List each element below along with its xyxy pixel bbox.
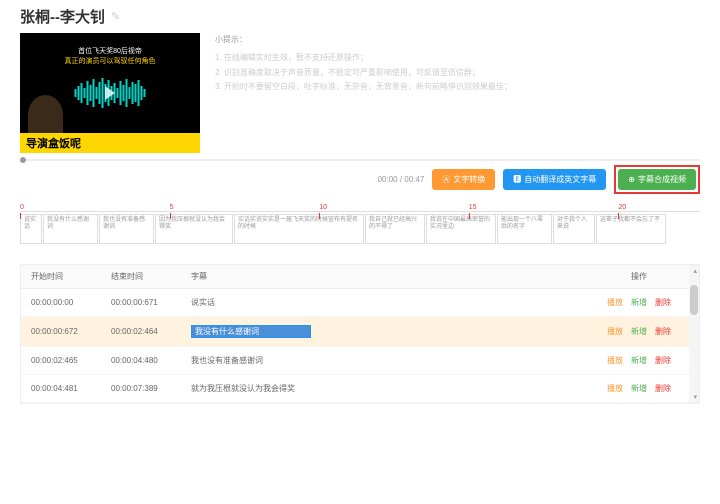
scroll-thumb[interactable]: [690, 285, 698, 315]
add-action[interactable]: 新增: [631, 298, 647, 307]
add-action[interactable]: 新增: [631, 327, 647, 336]
tip-line: 3. 开始时不要留空白段，吐字标准，无杂音，无背景音，新句前略停识别效果最佳；: [215, 80, 700, 94]
col-subtitle: 字幕: [191, 271, 589, 282]
add-action[interactable]: 新增: [631, 356, 647, 365]
play-action[interactable]: 播放: [607, 384, 623, 393]
delete-action[interactable]: 删除: [655, 327, 671, 336]
page-title: 张桐--李大钊: [20, 6, 105, 27]
highlight-box: ⊕字幕合成视频: [614, 165, 700, 194]
tick: 5: [170, 204, 174, 211]
tips-header: 小提示：: [215, 33, 700, 47]
translate-button[interactable]: 🅴自动翻译成英文字幕: [503, 169, 606, 190]
delete-action[interactable]: 删除: [655, 356, 671, 365]
scroll-down-icon[interactable]: ▾: [693, 393, 697, 401]
segment[interactable]: 这辈子我都不会忘了不: [596, 214, 666, 244]
cell-start: 00:00:00:672: [31, 327, 111, 336]
cell-end: 00:00:02:464: [111, 327, 191, 336]
segment[interactable]: 实话实说实实是一届飞天奖的时候宣布有提名的时候: [234, 214, 364, 244]
segment[interactable]: 能出现一个八零后的名字: [497, 214, 552, 244]
table-row[interactable]: 00:00:04:481 00:00:07:389 就为我压根就没认为我会得奖 …: [21, 375, 699, 403]
progress-bar[interactable]: [20, 159, 700, 161]
table-row[interactable]: 00:00:00:672 00:00:02:464 播放新增删除: [21, 317, 699, 347]
cell-end: 00:00:00:671: [111, 298, 191, 307]
play-action[interactable]: 播放: [607, 298, 623, 307]
play-action[interactable]: 播放: [607, 327, 623, 336]
cell-start: 00:00:00:00: [31, 298, 111, 307]
text-icon: Ⓐ: [442, 174, 450, 185]
table-row[interactable]: 00:00:02:465 00:00:04:480 我也没有准备感谢词 播放新增…: [21, 347, 699, 375]
add-action[interactable]: 新增: [631, 384, 647, 393]
segment-track[interactable]: 说实话 我没有什么感谢词 我也没有准备感谢词 因为我压根就没认为我会得奖 实话实…: [20, 214, 700, 244]
cell-end: 00:00:07:389: [111, 384, 191, 393]
video-overlay-text2: 真正的演员可以驾驭任何角色: [28, 57, 192, 67]
segment[interactable]: 我没有什么感谢词: [43, 214, 98, 244]
delete-action[interactable]: 删除: [655, 298, 671, 307]
table-row[interactable]: 00:00:00:00 00:00:00:671 说实话 播放新增删除: [21, 289, 699, 317]
timeline-ruler[interactable]: 0 5 10 15 20: [20, 202, 700, 212]
compose-button[interactable]: ⊕字幕合成视频: [618, 169, 696, 190]
tick: 20: [618, 204, 626, 211]
cell-end: 00:00:04:480: [111, 356, 191, 365]
segment[interactable]: 我也没有准备感谢词: [99, 214, 154, 244]
segment[interactable]: 因为我压根就没认为我会得奖: [155, 214, 233, 244]
tip-line: 1. 在线编辑实时生效，暂不支持还原操作；: [215, 51, 700, 65]
segment[interactable]: 我说在中国最高荣誉的实况里边: [426, 214, 496, 244]
video-caption: 导演盒饭呢: [20, 133, 200, 153]
tip-line: 2. 识别准确度取决于声音质量，不稳定可严重影响使用，可反馈至仿信群；: [215, 66, 700, 80]
tips-panel: 小提示： 1. 在线编辑实时生效，暂不支持还原操作； 2. 识别准确度取决于声音…: [215, 33, 700, 153]
video-icon: ⊕: [628, 175, 635, 184]
cell-start: 00:00:04:481: [31, 384, 111, 393]
cell-text[interactable]: 就为我压根就没认为我会得奖: [191, 383, 589, 394]
video-thumb-person: [28, 95, 63, 135]
video-player[interactable]: 首位飞天奖80后视帝 真正的演员可以驾驭任何角色 导演盒饭呢: [20, 33, 200, 153]
play-icon[interactable]: [105, 86, 115, 100]
play-action[interactable]: 播放: [607, 356, 623, 365]
segment[interactable]: 对于我个人来说: [553, 214, 595, 244]
translate-icon: 🅴: [513, 174, 521, 185]
tick: 0: [20, 204, 24, 211]
edit-icon[interactable]: ✎: [111, 10, 120, 23]
subtitle-table: ▴ ▾ 开始时间 结束时间 字幕 操作 00:00:00:00 00:00:00…: [20, 264, 700, 404]
segment[interactable]: 说实话: [20, 214, 42, 244]
cell-start: 00:00:02:465: [31, 356, 111, 365]
col-start: 开始时间: [31, 271, 111, 282]
table-header: 开始时间 结束时间 字幕 操作: [21, 265, 699, 289]
time-display: 00:00 / 00:47: [378, 175, 425, 184]
cell-text[interactable]: 我也没有准备感谢词: [191, 355, 589, 366]
delete-action[interactable]: 删除: [655, 384, 671, 393]
tick: 15: [469, 204, 477, 211]
scroll-up-icon[interactable]: ▴: [693, 267, 697, 275]
col-end: 结束时间: [111, 271, 191, 282]
col-actions: 操作: [589, 271, 689, 282]
video-overlay-text: 首位飞天奖80后视帝: [28, 47, 192, 57]
subtitle-input[interactable]: [191, 325, 311, 338]
segment[interactable]: 我自己就已经高兴的不得了: [365, 214, 425, 244]
tick: 10: [319, 204, 327, 211]
cell-text[interactable]: 说实话: [191, 297, 589, 308]
scrollbar[interactable]: ▴ ▾: [689, 265, 699, 403]
convert-button[interactable]: Ⓐ文字转换: [432, 169, 495, 190]
